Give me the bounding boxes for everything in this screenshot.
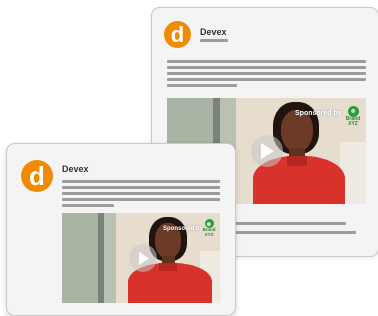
text-placeholder xyxy=(167,66,366,69)
sponsored-video[interactable]: Sponsored by Brand XYZ xyxy=(62,213,220,303)
play-button[interactable] xyxy=(251,135,283,167)
sponsor-brand-name: Brand XYZ xyxy=(345,116,361,127)
brand-xyz-logo-icon xyxy=(347,106,359,117)
brand-name: Devex xyxy=(62,164,89,174)
sponsored-by-label: Sponsored by xyxy=(295,110,342,117)
sponsor-brand-badge: Brand XYZ xyxy=(200,219,218,237)
brand-name: Devex xyxy=(200,27,227,37)
ad-card-front[interactable]: d Devex Sponsored by Brand XYZ xyxy=(6,143,236,316)
sponsored-by-label: Sponsored by xyxy=(163,226,204,232)
text-placeholder xyxy=(167,78,366,81)
text-placeholder xyxy=(167,72,366,75)
text-placeholder xyxy=(62,204,114,207)
text-placeholder xyxy=(200,39,228,42)
text-placeholder xyxy=(62,180,220,183)
play-icon xyxy=(261,143,274,159)
play-button[interactable] xyxy=(129,244,157,272)
devex-logo-icon: d xyxy=(21,160,53,192)
brand-xyz-logo-icon xyxy=(204,219,214,228)
sponsor-brand-badge: Brand XYZ xyxy=(342,106,364,127)
text-placeholder xyxy=(232,222,346,225)
sponsor-brand-name: Brand XYZ xyxy=(202,227,216,237)
text-placeholder xyxy=(167,84,237,87)
text-placeholder xyxy=(167,60,366,63)
text-placeholder xyxy=(62,192,220,195)
text-placeholder xyxy=(232,231,356,234)
text-placeholder xyxy=(62,198,220,201)
devex-logo-icon: d xyxy=(164,21,191,48)
play-icon xyxy=(138,251,149,265)
text-placeholder xyxy=(62,186,220,189)
